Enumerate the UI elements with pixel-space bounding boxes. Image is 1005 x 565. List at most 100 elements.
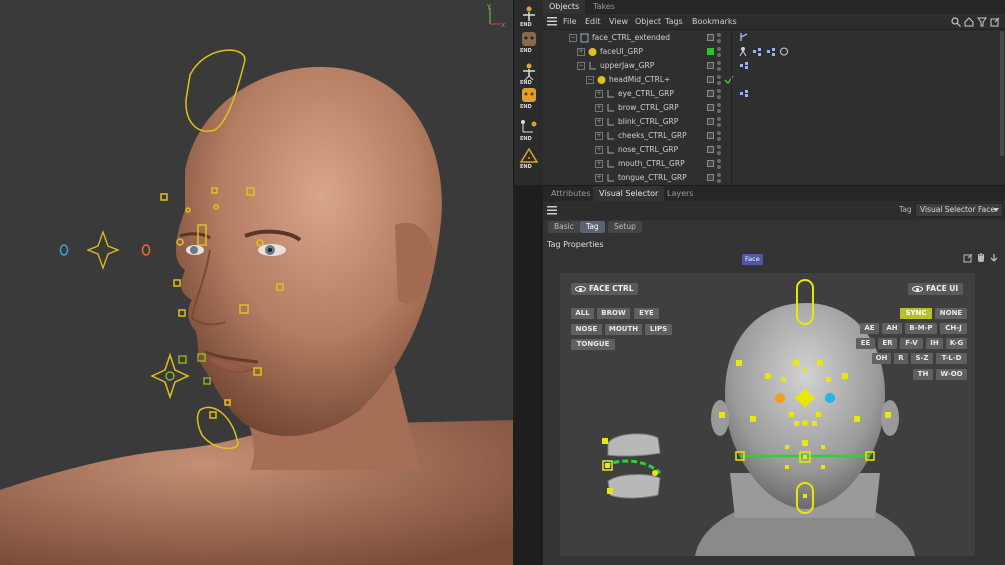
collapse-toggle[interactable]: − [586, 76, 594, 84]
viseme-kg-button[interactable]: K-G [946, 338, 967, 349]
editor-visibility-dot[interactable] [717, 159, 721, 163]
select-tongue-button[interactable]: TONGUE [571, 339, 615, 350]
new-window-icon[interactable] [990, 17, 1000, 27]
column-divider[interactable] [731, 31, 732, 185]
visibility-toggle[interactable] [707, 34, 714, 41]
editor-visibility-dot[interactable] [717, 103, 721, 107]
viseme-fv-button[interactable]: F-V [900, 338, 923, 349]
down-arrow-icon[interactable] [989, 253, 999, 263]
menu-edit[interactable]: Edit [585, 14, 601, 30]
render-visibility-dot[interactable] [717, 179, 721, 183]
warning-tool-button[interactable]: END [517, 146, 541, 170]
viseme-sz-button[interactable]: S-Z [911, 353, 933, 364]
render-visibility-dot[interactable] [717, 137, 721, 141]
viseme-woo-button[interactable]: W-OO [936, 369, 967, 380]
subtab-tag[interactable]: Tag [580, 221, 605, 233]
expand-toggle[interactable]: + [595, 132, 603, 140]
hamburger-icon[interactable] [547, 17, 557, 26]
render-visibility-dot[interactable] [717, 123, 721, 127]
select-all-button[interactable]: ALL [571, 308, 594, 319]
visibility-toggle[interactable] [707, 76, 714, 83]
viseme-bmp-button[interactable]: B-M-P [905, 323, 937, 334]
tree-row[interactable]: − headMid_CTRL+ [543, 73, 1001, 87]
editor-visibility-dot[interactable] [717, 75, 721, 79]
viseme-ih-button[interactable]: IH [926, 338, 943, 349]
render-visibility-dot[interactable] [717, 67, 721, 71]
render-visibility-dot[interactable] [717, 39, 721, 43]
pop-out-icon[interactable] [963, 253, 973, 263]
character-tool-button[interactable]: END [517, 62, 541, 86]
tab-takes[interactable]: Takes [587, 0, 621, 14]
select-mouth-button[interactable]: MOUTH [605, 324, 642, 335]
viseme-r-button[interactable]: R [894, 353, 908, 364]
tree-row[interactable]: + nose_CTRL_GRP [543, 143, 1001, 157]
render-visibility-dot[interactable] [717, 53, 721, 57]
visibility-toggle[interactable] [707, 174, 714, 181]
expand-toggle[interactable]: + [595, 118, 603, 126]
editor-visibility-dot[interactable] [717, 131, 721, 135]
render-visibility-dot[interactable] [717, 95, 721, 99]
select-nose-button[interactable]: NOSE [571, 324, 602, 335]
render-visibility-dot[interactable] [717, 109, 721, 113]
none-button[interactable]: NONE [935, 308, 967, 319]
visibility-toggle[interactable] [707, 90, 714, 97]
3d-viewport[interactable]: y x [0, 0, 513, 565]
chain-tool-button[interactable]: END [517, 118, 541, 142]
menu-object[interactable]: Object [635, 14, 661, 30]
render-visibility-dot[interactable] [717, 81, 721, 85]
tab-visual-selector[interactable]: Visual Selector [593, 186, 665, 201]
visual-selector-canvas[interactable]: FACE CTRL FACE UI ALL BROW EYE NOSE MOUT… [560, 273, 975, 556]
editor-visibility-dot[interactable] [717, 47, 721, 51]
expand-toggle[interactable]: + [595, 90, 603, 98]
tree-row[interactable]: + eye_CTRL_GRP [543, 87, 1001, 101]
hamburger-icon[interactable] [547, 206, 557, 215]
face-tool-2-button[interactable]: END [517, 86, 541, 110]
select-eye-button[interactable]: EYE [634, 308, 659, 319]
subtab-setup[interactable]: Setup [608, 221, 642, 233]
editor-visibility-dot[interactable] [717, 117, 721, 121]
collapse-toggle[interactable]: − [569, 34, 577, 42]
visibility-toggle[interactable] [707, 132, 714, 139]
tree-row[interactable]: + tongue_CTRL_GRP [543, 171, 1001, 185]
viseme-oh-button[interactable]: OH [872, 353, 891, 364]
viseme-ee-button[interactable]: EE [856, 338, 875, 349]
menu-tags[interactable]: Tags [665, 14, 683, 30]
render-visibility-dot[interactable] [717, 165, 721, 169]
constraint-tags-icons[interactable] [739, 46, 795, 57]
visibility-toggle[interactable] [707, 146, 714, 153]
expand-toggle[interactable]: + [595, 146, 603, 154]
tree-row[interactable]: + cheeks_CTRL_GRP [543, 129, 1001, 143]
ik-tag-icon[interactable] [739, 32, 749, 42]
filter-icon[interactable] [977, 17, 987, 27]
viseme-er-button[interactable]: ER [878, 338, 897, 349]
viseme-ae-button[interactable]: AE [860, 323, 879, 334]
editor-visibility-dot[interactable] [717, 89, 721, 93]
tree-row[interactable]: − face_CTRL_extended [543, 31, 1001, 45]
face-tool-button[interactable]: END [517, 30, 541, 54]
editor-visibility-dot[interactable] [717, 173, 721, 177]
viseme-tld-button[interactable]: T-L-D [936, 353, 967, 364]
tab-layers[interactable]: Layers [661, 186, 699, 201]
render-visibility-dot[interactable] [717, 151, 721, 155]
expand-toggle[interactable]: + [595, 104, 603, 112]
expand-toggle[interactable]: + [577, 48, 585, 56]
tag-dropdown[interactable]: Visual Selector Face [915, 203, 1003, 217]
sync-button[interactable]: SYNC [900, 308, 932, 319]
menu-file[interactable]: File [563, 14, 576, 30]
select-lips-button[interactable]: LIPS [645, 324, 672, 335]
tree-row[interactable]: + brow_CTRL_GRP [543, 101, 1001, 115]
tree-scrollbar[interactable] [1000, 31, 1004, 156]
viseme-ah-button[interactable]: AH [882, 323, 902, 334]
visibility-toggle[interactable] [707, 62, 714, 69]
layer-color-swatch[interactable] [707, 48, 714, 55]
face-ctrl-toggle[interactable]: FACE CTRL [571, 283, 639, 295]
menu-view[interactable]: View [609, 14, 628, 30]
face-ui-toggle[interactable]: FACE UI [908, 283, 964, 295]
constraint-tag-icon[interactable] [739, 60, 749, 70]
visibility-toggle[interactable] [707, 160, 714, 167]
viseme-th-button[interactable]: TH [913, 369, 933, 380]
tree-row[interactable]: + mouth_CTRL_GRP [543, 157, 1001, 171]
face-chip[interactable]: Face [742, 254, 763, 265]
expand-toggle[interactable]: + [595, 160, 603, 168]
home-icon[interactable] [964, 17, 974, 27]
